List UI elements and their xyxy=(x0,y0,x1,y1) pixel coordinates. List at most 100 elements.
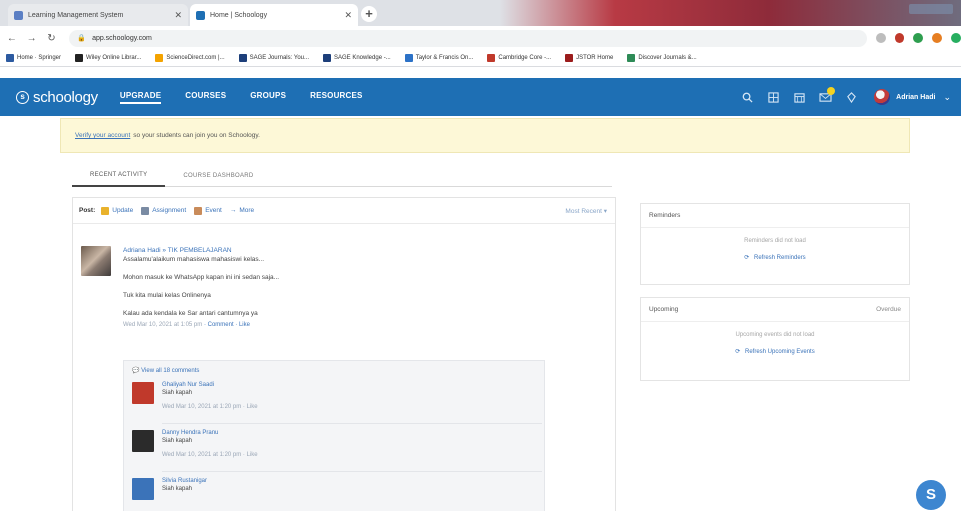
tab-course-dashboard[interactable]: COURSE DASHBOARD xyxy=(165,165,271,187)
post-more-button[interactable]: → More xyxy=(230,207,254,214)
bookmark-favicon-icon xyxy=(155,54,164,62)
unread-badge xyxy=(827,87,836,95)
search-icon[interactable] xyxy=(734,78,760,116)
url-text: app.schoology.com xyxy=(92,34,152,42)
calendar-icon[interactable] xyxy=(786,78,812,116)
bookmark-item[interactable]: Home · Springer xyxy=(6,54,61,62)
user-avatar[interactable] xyxy=(874,89,891,105)
extension-icon[interactable] xyxy=(932,33,943,43)
post-author-link[interactable]: Adriana Hadi » TIK PEMBELAJARAN xyxy=(123,246,601,255)
view-all-comments-link[interactable]: 💬 View all 18 comments xyxy=(124,361,544,380)
comment-author-link[interactable]: Danny Hendra Pranu xyxy=(162,429,544,437)
comment-body: Ghaliyah Nur Saadi Siah kapah Wed Mar 10… xyxy=(162,380,544,411)
comment-avatar[interactable] xyxy=(132,382,154,404)
messages-icon[interactable] xyxy=(812,78,838,116)
tab-title: Learning Management System xyxy=(28,11,124,19)
extension-icon[interactable] xyxy=(894,33,905,43)
comment-text: Siah kapah xyxy=(162,438,193,444)
bookmark-favicon-icon xyxy=(404,54,413,62)
schoology-logo[interactable]: s schoology xyxy=(16,89,98,106)
verify-account-banner: Verify your account so your students can… xyxy=(60,118,910,153)
bookmark-item[interactable]: Discover Journals &... xyxy=(627,54,697,62)
comment-avatar[interactable] xyxy=(132,430,154,452)
reminders-title: Reminders xyxy=(641,204,909,228)
nav-resources[interactable]: RESOURCES xyxy=(310,91,362,104)
bookmark-label: Cambridge Core -... xyxy=(498,55,552,61)
post-meta: Wed Mar 10, 2021 at 1:05 pm · Comment · … xyxy=(123,321,601,330)
comment-meta: Wed Mar 10, 2021 at 1:20 pm · Like xyxy=(162,404,258,410)
bookmark-item[interactable]: JSTOR Home xyxy=(565,54,613,62)
banner-text: so your students can join you on Schoolo… xyxy=(133,132,260,139)
comment-author-link[interactable]: Silvia Rustanigar xyxy=(162,477,544,485)
tab-favicon-icon xyxy=(196,10,205,20)
refresh-upcoming-link[interactable]: ⟳ Refresh Upcoming Events xyxy=(641,348,909,355)
apps-icon[interactable] xyxy=(760,78,786,116)
reminders-empty-text: Reminders did not load xyxy=(744,238,806,244)
new-tab-button[interactable]: + xyxy=(361,6,377,22)
refresh-label: Refresh Upcoming Events xyxy=(745,349,815,355)
comment-like-links[interactable]: · Comment · Like xyxy=(204,322,250,328)
post-author-avatar[interactable] xyxy=(81,246,111,276)
notifications-icon[interactable] xyxy=(838,78,864,116)
star-icon[interactable] xyxy=(875,33,886,43)
reload-icon[interactable]: ↻ xyxy=(44,33,60,44)
forward-arrow-icon[interactable]: → xyxy=(24,33,40,44)
bookmark-label: Home · Springer xyxy=(17,55,62,61)
bookmark-favicon-icon xyxy=(627,54,636,62)
sort-label: Most Recent xyxy=(565,207,602,215)
chevron-down-icon[interactable]: ⌄ xyxy=(943,92,951,103)
overdue-link[interactable]: Overdue xyxy=(876,306,901,313)
nav-groups[interactable]: GROUPS xyxy=(250,91,286,104)
window-controls[interactable] xyxy=(909,4,953,14)
comment-item: Danny Hendra Pranu Siah kapah Wed Mar 10… xyxy=(128,428,544,476)
post-option-label: More xyxy=(239,207,255,214)
bookmark-label: Discover Journals &... xyxy=(638,55,697,61)
bookmark-item[interactable]: Taylor & Francis On... xyxy=(404,54,474,62)
post-option-label: Event xyxy=(205,207,222,214)
bookmark-item[interactable]: Cambridge Core -... xyxy=(487,54,551,62)
url-input[interactable]: 🔒 app.schoology.com xyxy=(69,29,867,47)
browser-tab-lms[interactable]: Learning Management System ✕ xyxy=(8,4,188,26)
schoology-logo-icon: s xyxy=(16,90,29,104)
bookmark-item[interactable]: Wiley Online Librar... xyxy=(75,54,141,62)
post-update-button[interactable]: Update xyxy=(101,206,133,215)
post-label: Post: xyxy=(79,207,96,214)
nav-courses[interactable]: COURSES xyxy=(185,91,226,104)
bookmark-item[interactable]: ScienceDirect.com |... xyxy=(155,54,225,62)
comment-meta: Wed Mar 10, 2021 at 1:20 pm · Like xyxy=(162,452,258,458)
post-event-button[interactable]: Event xyxy=(194,206,222,215)
panel-title: Reminders xyxy=(649,212,681,219)
user-name[interactable]: Adrian Hadi xyxy=(896,94,935,101)
sort-dropdown[interactable]: Most Recent ▾ xyxy=(565,207,607,215)
post-assignment-button[interactable]: Assignment xyxy=(141,206,186,215)
refresh-reminders-link[interactable]: ⟳ Refresh Reminders xyxy=(641,254,909,261)
bookmark-favicon-icon xyxy=(75,54,84,62)
tab-favicon-icon xyxy=(14,10,23,20)
browser-tab-schoology[interactable]: Home | Schoology ✕ xyxy=(190,4,358,26)
main-nav: UPGRADE COURSES GROUPS RESOURCES xyxy=(119,91,387,104)
extension-icon[interactable] xyxy=(913,33,924,43)
comment-avatar[interactable] xyxy=(132,478,154,500)
nav-upgrade[interactable]: UPGRADE xyxy=(119,91,162,104)
extension-icon[interactable] xyxy=(951,33,961,43)
bookmark-item[interactable]: SAGE Knowledge -... xyxy=(323,54,391,62)
close-icon[interactable]: ✕ xyxy=(344,10,352,21)
close-icon[interactable]: ✕ xyxy=(174,10,182,21)
bookmark-label: Wiley Online Librar... xyxy=(86,55,142,61)
tab-recent-activity[interactable]: RECENT ACTIVITY xyxy=(72,165,166,187)
verify-account-link[interactable]: Verify your account xyxy=(75,132,130,139)
help-chat-button[interactable]: S xyxy=(916,480,946,510)
back-arrow-icon[interactable]: ← xyxy=(4,33,20,44)
post-text-line: Kalau ada kendala ke Sar antari cantumny… xyxy=(123,310,258,317)
chevron-down-icon: ▾ xyxy=(603,207,607,215)
bookmark-favicon-icon xyxy=(238,54,247,62)
bookmark-item[interactable]: SAGE Journals: You... xyxy=(238,54,309,62)
bookmark-label: ScienceDirect.com |... xyxy=(166,55,225,61)
bookmark-label: Taylor & Francis On... xyxy=(415,55,474,61)
panel-title: Upcoming xyxy=(649,306,679,313)
comment-author-link[interactable]: Ghaliyah Nur Saadi xyxy=(162,381,544,389)
bookmarks-bar: Home · Springer Wiley Online Librar... Sci… xyxy=(0,50,961,67)
bookmark-label: SAGE Knowledge -... xyxy=(334,55,391,61)
feed-post: Adriana Hadi » TIK PEMBELAJARAN Assalamu… xyxy=(81,246,601,330)
comment-body: Danny Hendra Pranu Siah kapah Wed Mar 10… xyxy=(162,428,544,459)
